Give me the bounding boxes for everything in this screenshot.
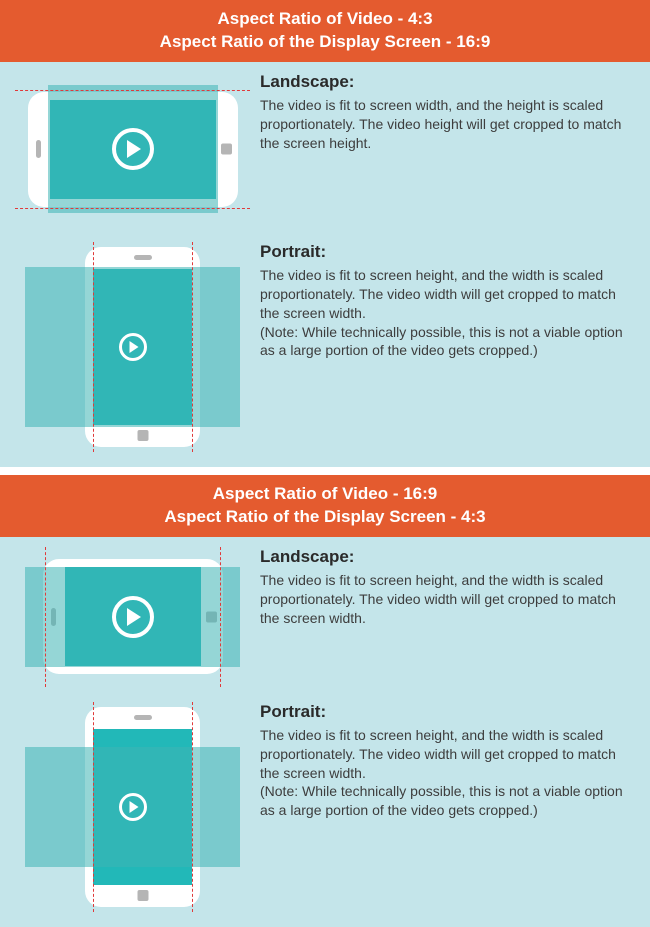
portrait-illustration (15, 702, 250, 912)
landscape-illustration (15, 72, 250, 227)
landscape-illustration (15, 547, 250, 687)
landscape-body: The video is fit to screen width, and th… (260, 96, 635, 153)
portrait-title: Portrait: (260, 702, 635, 722)
landscape-row: Landscape: The video is fit to screen he… (0, 537, 650, 692)
header-line-1: Aspect Ratio of Video - 16:9 (0, 483, 650, 506)
phone-icon (85, 247, 200, 447)
header-line-2: Aspect Ratio of the Display Screen - 4:3 (0, 506, 650, 529)
section-4-3-video: Aspect Ratio of Video - 4:3 Aspect Ratio… (0, 0, 650, 467)
section-16-9-video: Aspect Ratio of Video - 16:9 Aspect Rati… (0, 475, 650, 927)
portrait-illustration (15, 242, 250, 452)
header-line-2: Aspect Ratio of the Display Screen - 16:… (0, 31, 650, 54)
landscape-body: The video is fit to screen height, and t… (260, 571, 635, 628)
landscape-row: Landscape: The video is fit to screen wi… (0, 62, 650, 232)
phone-icon (85, 707, 200, 907)
portrait-row: Portrait: The video is fit to screen hei… (0, 692, 650, 917)
section-header: Aspect Ratio of Video - 4:3 Aspect Ratio… (0, 0, 650, 62)
landscape-title: Landscape: (260, 547, 635, 567)
portrait-row: Portrait: The video is fit to screen hei… (0, 232, 650, 457)
portrait-title: Portrait: (260, 242, 635, 262)
portrait-body: The video is fit to screen height, and t… (260, 726, 635, 820)
phone-icon (43, 559, 223, 674)
header-line-1: Aspect Ratio of Video - 4:3 (0, 8, 650, 31)
landscape-title: Landscape: (260, 72, 635, 92)
phone-icon (28, 92, 238, 207)
section-header: Aspect Ratio of Video - 16:9 Aspect Rati… (0, 475, 650, 537)
portrait-body: The video is fit to screen height, and t… (260, 266, 635, 360)
